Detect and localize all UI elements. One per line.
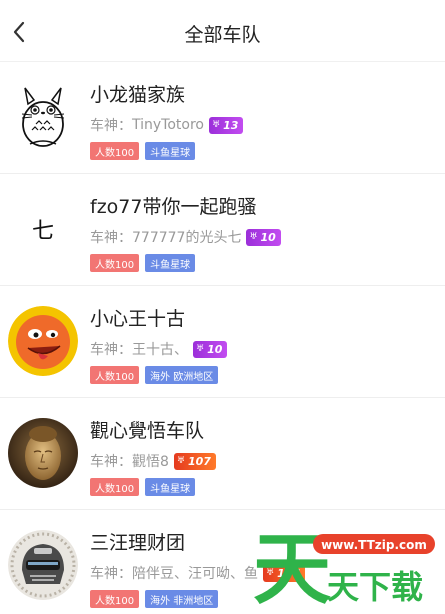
member-count-tag: 人数100 <box>90 142 140 160</box>
member-count-tag: 人数100 <box>90 478 140 496</box>
level-badge: ♅ 107 <box>173 452 216 470</box>
owner-prefix: 车神： <box>90 230 132 246</box>
region-tag: 海外 欧洲地区 <box>145 366 219 384</box>
team-row[interactable]: 七 fzo77带你一起跑骚 车神： 777777的光头七 ♅ 10 人数100 斗… <box>0 174 445 286</box>
avatar-text: 七 <box>31 219 54 244</box>
team-name: 觀心覺悟车队 <box>90 420 205 442</box>
region-tag: 海外 非洲地区 <box>145 590 219 608</box>
team-name: fzo77带你一起跑骚 <box>90 196 257 218</box>
buddha-icon <box>8 418 78 488</box>
team-owner: 车神： 陪伴豆、汪可呦、鱼 ♅ 106 <box>90 563 306 583</box>
team-tags: 人数100 海外 欧洲地区 <box>90 366 219 384</box>
level-icon: ♅ <box>266 568 275 578</box>
region-tag: 斗鱼星球 <box>145 254 196 272</box>
team-row[interactable]: 小龙猫家族 车神： TinyTotoro ♅ 13 人数100 斗鱼星球 <box>0 62 445 174</box>
level-icon: ♅ <box>249 232 258 242</box>
team-row[interactable]: 三汪理财团 车神： 陪伴豆、汪可呦、鱼 ♅ 106 人数100 海外 非洲地区 <box>0 510 445 614</box>
team-owner: 车神： TinyTotoro ♅ 13 <box>90 115 244 135</box>
level-icon: ♅ <box>196 344 205 354</box>
member-count-tag: 人数100 <box>90 254 140 272</box>
level-value: 10 <box>260 230 276 244</box>
team-name: 三汪理财团 <box>90 532 186 554</box>
level-value: 10 <box>207 342 223 356</box>
team-tags: 人数100 海外 非洲地区 <box>90 590 219 608</box>
owner-name: 陪伴豆、汪可呦、鱼 <box>132 566 258 582</box>
team-tags: 人数100 斗鱼星球 <box>90 478 196 496</box>
team-avatar <box>8 530 78 600</box>
totoro-icon <box>8 82 78 152</box>
level-value: 13 <box>223 118 239 132</box>
team-owner: 车神： 王十古、 ♅ 10 <box>90 339 228 359</box>
owner-prefix: 车神： <box>90 118 132 134</box>
team-tags: 人数100 斗鱼星球 <box>90 254 196 272</box>
top-navigation-bar: 全部车队 <box>0 0 445 62</box>
level-value: 106 <box>277 566 301 580</box>
region-tag: 斗鱼星球 <box>145 142 196 160</box>
owner-name: 觀悟8 <box>132 454 169 470</box>
helmet-icon <box>8 530 78 600</box>
owner-name: 777777的光头七 <box>132 230 242 246</box>
page-title: 全部车队 <box>184 24 261 46</box>
level-badge: ♅ 106 <box>263 564 306 582</box>
team-row[interactable]: 觀心覺悟车队 车神： 觀悟8 ♅ 107 人数100 斗鱼星球 <box>0 398 445 510</box>
member-count-tag: 人数100 <box>90 366 140 384</box>
level-icon: ♅ <box>176 456 185 466</box>
team-tags: 人数100 斗鱼星球 <box>90 142 196 160</box>
team-avatar: 七 <box>8 194 78 264</box>
level-icon: ♅ <box>211 120 221 130</box>
owner-prefix: 车神： <box>90 342 132 358</box>
team-name: 小龙猫家族 <box>90 84 186 106</box>
owner-name: 王十古、 <box>132 342 188 358</box>
team-owner: 车神： 777777的光头七 ♅ 10 <box>90 227 281 247</box>
level-badge: ♅ 10 <box>193 340 228 358</box>
owner-name: TinyTotoro <box>132 117 204 133</box>
team-list: 小龙猫家族 车神： TinyTotoro ♅ 13 人数100 斗鱼星球 七 fz… <box>0 62 445 614</box>
team-name: 小心王十古 <box>90 308 186 330</box>
team-avatar <box>8 418 78 488</box>
team-row[interactable]: 小心王十古 车神： 王十古、 ♅ 10 人数100 海外 欧洲地区 <box>0 286 445 398</box>
owner-prefix: 车神： <box>90 454 132 470</box>
member-count-tag: 人数100 <box>90 590 140 608</box>
cartoon-face-icon <box>8 306 78 376</box>
owner-prefix: 车神： <box>90 566 132 582</box>
team-avatar <box>8 82 78 152</box>
team-owner: 车神： 觀悟8 ♅ 107 <box>90 451 216 471</box>
level-badge: ♅ 10 <box>246 228 281 246</box>
level-value: 107 <box>188 454 211 468</box>
team-avatar <box>8 306 78 376</box>
level-badge: ♅ 13 <box>208 116 244 134</box>
region-tag: 斗鱼星球 <box>145 478 196 496</box>
